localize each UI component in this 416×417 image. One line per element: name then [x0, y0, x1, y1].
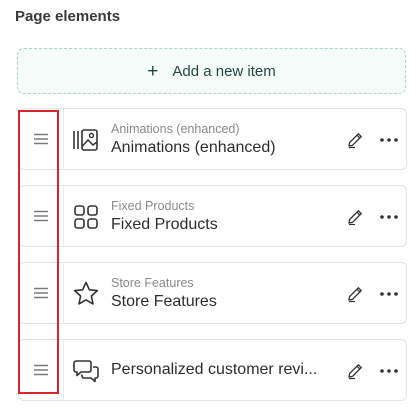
list-item[interactable]: Animations (enhanced) Animations (enhanc…	[18, 108, 407, 170]
add-new-item-button[interactable]: + Add a new item	[17, 48, 406, 94]
more-options-icon[interactable]	[379, 285, 399, 303]
pencil-icon[interactable]	[346, 131, 364, 149]
drag-handles-highlight	[18, 110, 59, 394]
pencil-icon[interactable]	[346, 285, 364, 303]
list-item[interactable]: Personalized customer revi...	[18, 339, 407, 401]
item-title: Store Features	[111, 292, 217, 310]
more-options-icon[interactable]	[379, 208, 399, 226]
plus-icon: +	[147, 60, 159, 82]
divider	[63, 340, 64, 400]
item-title: Fixed Products	[111, 215, 218, 233]
grid-icon	[74, 205, 98, 229]
more-options-icon[interactable]	[379, 362, 399, 380]
animations-icon	[73, 129, 98, 151]
divider	[63, 186, 64, 246]
more-options-icon[interactable]	[379, 131, 399, 149]
add-new-item-label: Add a new item	[172, 62, 276, 80]
item-subtitle: Store Features	[111, 275, 194, 290]
pencil-icon[interactable]	[346, 208, 364, 226]
item-subtitle: Fixed Products	[111, 198, 195, 213]
divider	[63, 109, 64, 169]
chat-bubbles-icon	[73, 360, 99, 383]
item-title: Personalized customer revi...	[111, 361, 318, 378]
item-title: Animations (enhanced)	[111, 138, 276, 156]
divider	[63, 263, 64, 323]
list-item[interactable]: Fixed Products Fixed Products	[18, 185, 407, 247]
star-icon	[73, 281, 99, 305]
section-title: Page elements	[15, 8, 121, 25]
item-subtitle: Animations (enhanced)	[111, 121, 240, 136]
pencil-icon[interactable]	[346, 362, 364, 380]
list-item[interactable]: Store Features Store Features	[18, 262, 407, 324]
